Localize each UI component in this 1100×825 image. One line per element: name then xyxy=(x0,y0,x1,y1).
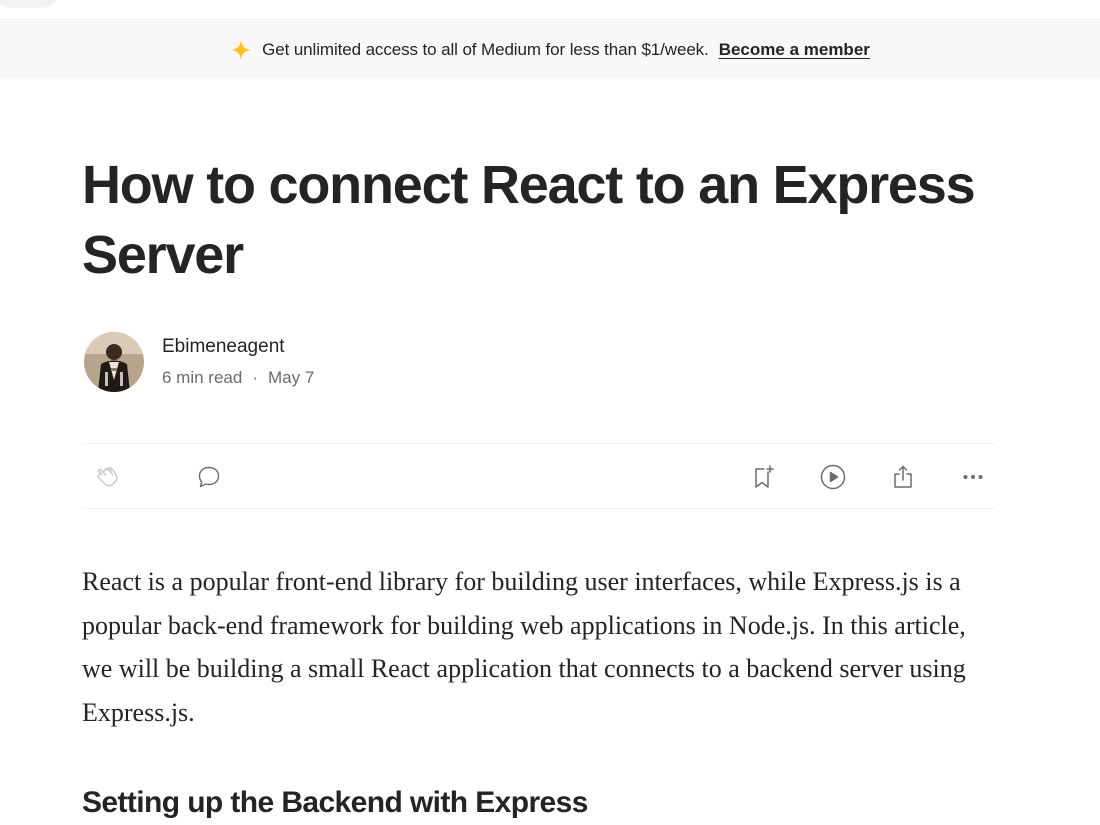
sparkle-icon xyxy=(230,39,252,61)
author-meta: Ebimeneagent 6 min read · May 7 xyxy=(162,336,314,388)
listen-play-icon[interactable] xyxy=(819,463,847,491)
banner-message: Get unlimited access to all of Medium fo… xyxy=(262,39,709,59)
publish-date: May 7 xyxy=(268,368,315,387)
nav-edge-shape xyxy=(0,0,62,8)
bookmark-add-icon[interactable] xyxy=(750,463,778,491)
author-avatar[interactable] xyxy=(84,332,144,392)
meta-separator: · xyxy=(252,368,258,387)
author-name[interactable]: Ebimeneagent xyxy=(162,336,314,358)
clap-icon[interactable] xyxy=(94,463,122,491)
read-time: 6 min read xyxy=(162,368,243,387)
article-title: How to connect React to an Express Serve… xyxy=(82,155,976,285)
more-icon[interactable] xyxy=(959,463,987,491)
share-icon[interactable] xyxy=(889,463,917,491)
article-intro-paragraph: React is a popular front-end library for… xyxy=(82,567,966,727)
membership-banner: Get unlimited access to all of Medium fo… xyxy=(0,21,1100,78)
top-nav-strip xyxy=(0,0,1100,20)
section-heading: Setting up the Backend with Express xyxy=(82,786,588,819)
comment-icon[interactable] xyxy=(195,463,223,491)
article-meta: 6 min read · May 7 xyxy=(162,368,314,388)
author-block: Ebimeneagent 6 min read · May 7 xyxy=(84,332,314,392)
become-member-link[interactable]: Become a member xyxy=(719,40,870,60)
article-action-bar xyxy=(82,443,996,509)
